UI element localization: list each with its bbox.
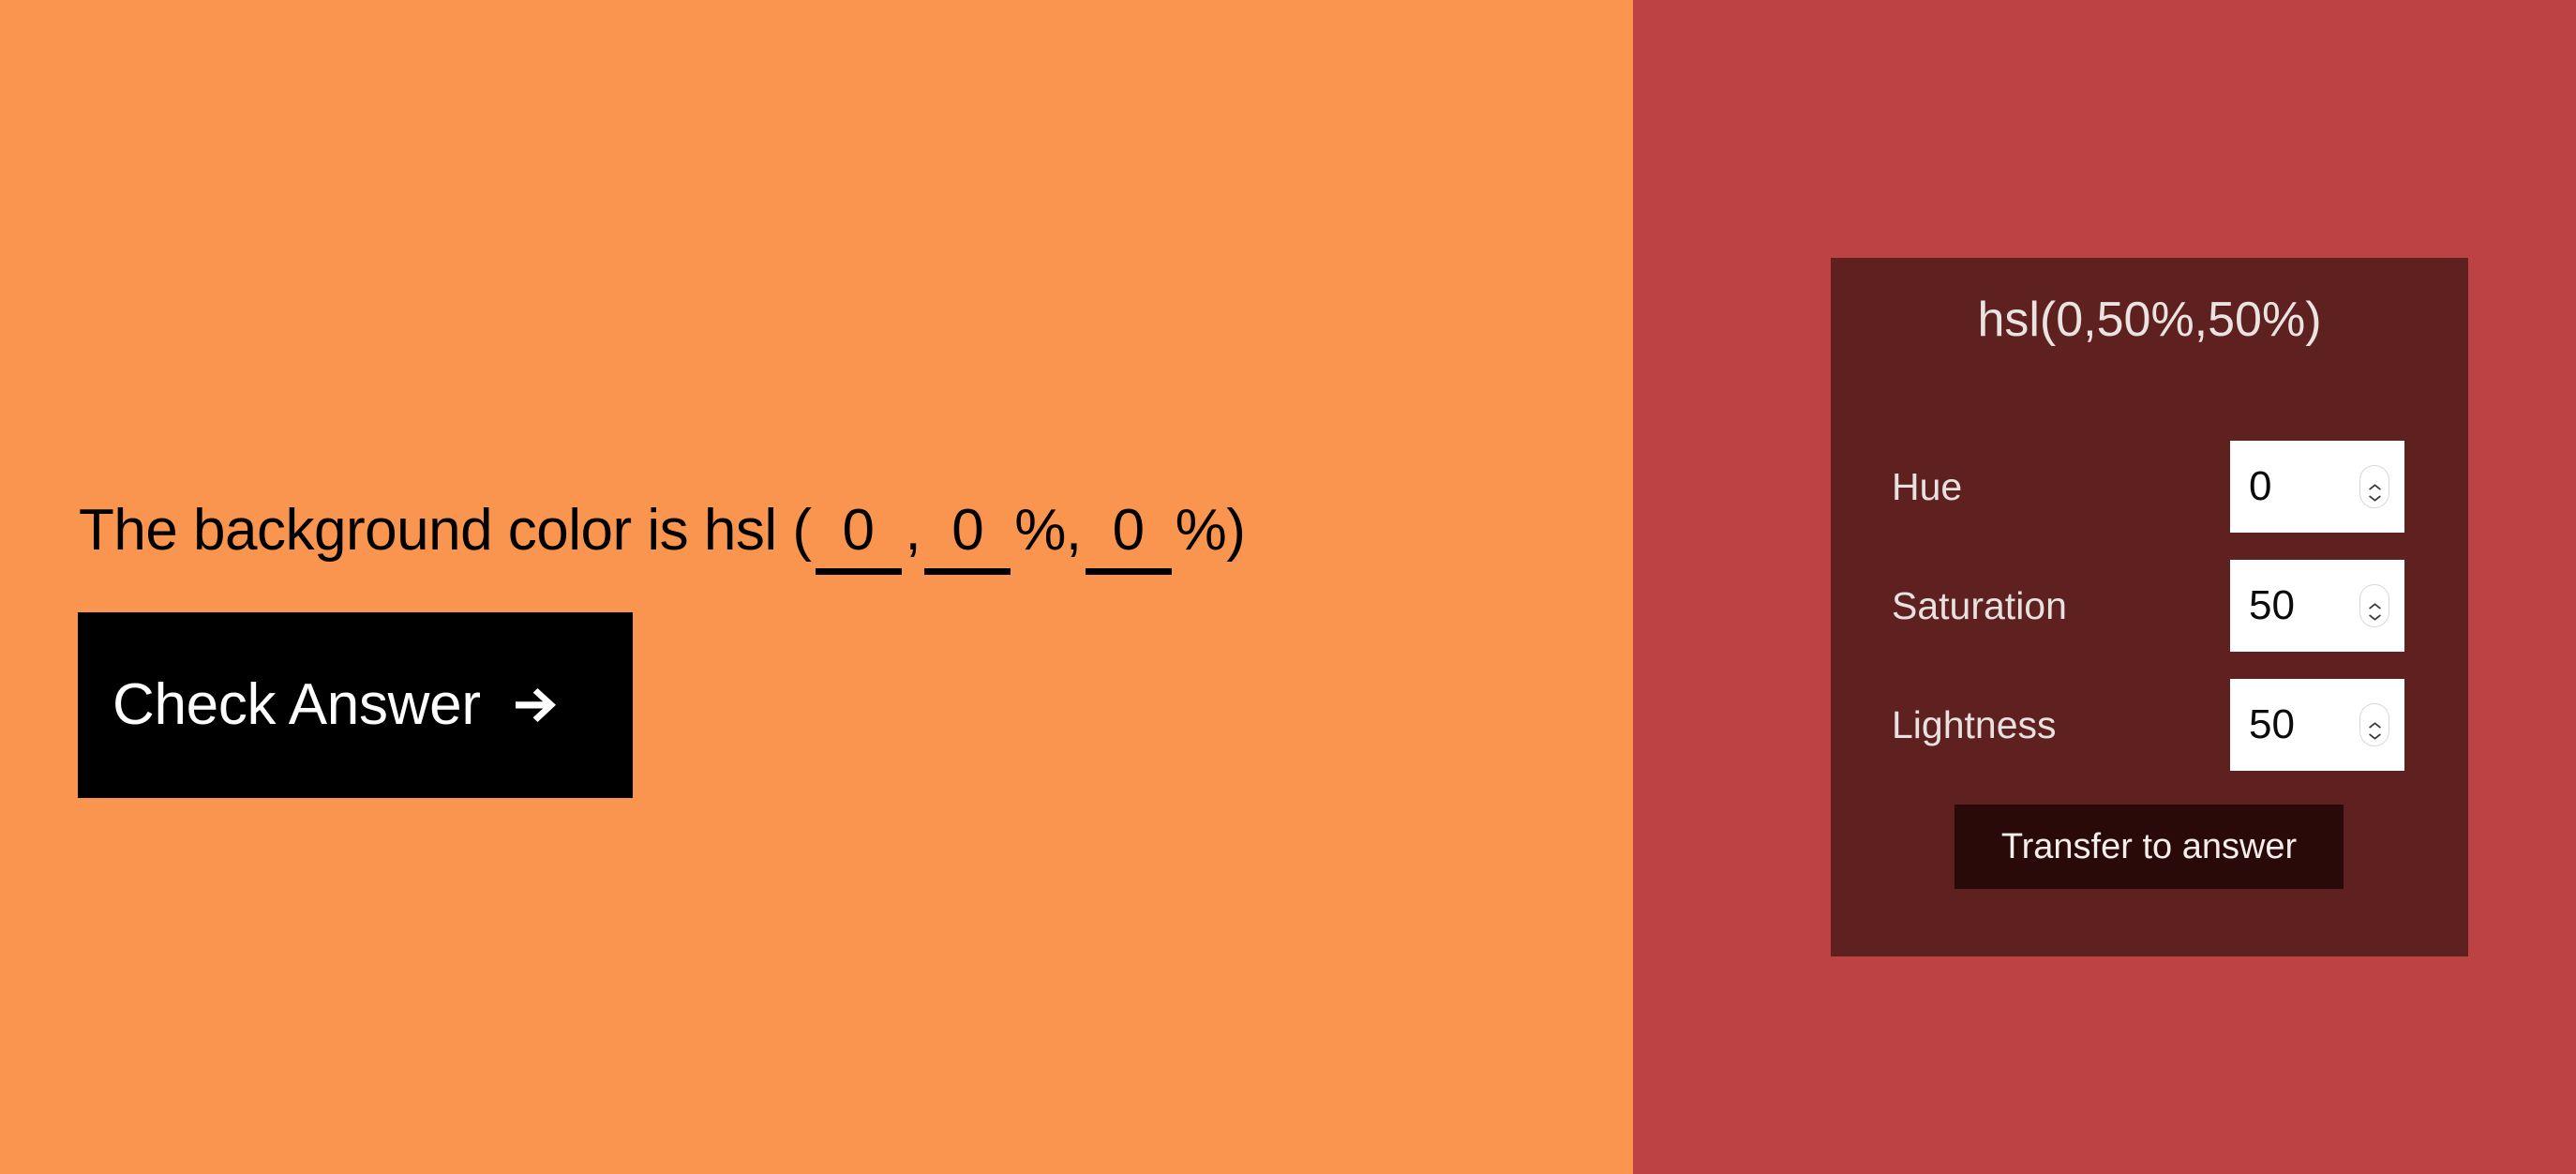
check-answer-button[interactable]: Check Answer <box>78 612 633 798</box>
chevron-up-icon[interactable] <box>2368 478 2381 489</box>
saturation-stepper[interactable] <box>2359 584 2389 627</box>
transfer-to-answer-button[interactable]: Transfer to answer <box>1954 805 2344 889</box>
lightness-blank-underline <box>1085 568 1172 575</box>
hue-field-row: Hue 0 <box>1831 441 2468 533</box>
lightness-stepper[interactable] <box>2359 703 2389 746</box>
chevron-up-icon[interactable] <box>2368 597 2381 609</box>
hue-blank-underline <box>815 568 902 575</box>
saturation-blank: 0 <box>921 498 1014 575</box>
saturation-input-value: 50 <box>2249 582 2295 628</box>
saturation-blank-underline <box>924 568 1011 575</box>
hue-blank-value: 0 <box>842 498 875 563</box>
question-text: The background color is hsl ( 0, 0%, 0%) <box>79 498 1246 575</box>
saturation-label: Saturation <box>1892 583 2067 627</box>
color-swatch-panel: The background color is hsl ( 0, 0%, 0%) Ch… <box>0 0 1633 1174</box>
lightness-input[interactable]: 50 <box>2230 679 2404 771</box>
hsl-control-card: hsl(0,50%,50%) Hue 0 Saturation 50 Light… <box>1831 258 2468 956</box>
chevron-down-icon[interactable] <box>2368 728 2381 740</box>
hue-blank: 0 <box>812 498 906 575</box>
arrow-right-icon <box>509 679 562 731</box>
chevron-up-icon[interactable] <box>2368 716 2381 728</box>
saturation-input[interactable]: 50 <box>2230 560 2404 652</box>
hue-input[interactable]: 0 <box>2230 441 2404 533</box>
transfer-to-answer-label: Transfer to answer <box>2000 827 2298 866</box>
lightness-field-row: Lightness 50 <box>1831 679 2468 771</box>
question-suffix: %) <box>1175 498 1246 563</box>
saturation-percent-sign: %, <box>1014 498 1082 563</box>
hsl-color-guessing-app: The background color is hsl ( 0, 0%, 0%) Ch… <box>0 0 2576 1174</box>
card-title: hsl(0,50%,50%) <box>1977 293 2322 347</box>
question-comma: , <box>905 498 921 563</box>
saturation-field-row: Saturation 50 <box>1831 560 2468 652</box>
check-answer-label: Check Answer <box>112 672 481 737</box>
hue-stepper[interactable] <box>2359 465 2389 508</box>
hue-label: Hue <box>1892 464 1963 508</box>
lightness-blank: 0 <box>1082 498 1176 575</box>
lightness-blank-value: 0 <box>1112 498 1145 563</box>
saturation-blank-value: 0 <box>951 498 984 563</box>
question-prefix: The background color is hsl ( <box>79 498 812 563</box>
chevron-down-icon[interactable] <box>2368 609 2381 621</box>
lightness-input-value: 50 <box>2249 701 2295 747</box>
controls-panel: hsl(0,50%,50%) Hue 0 Saturation 50 Light… <box>1633 0 2576 1174</box>
hue-input-value: 0 <box>2249 463 2272 509</box>
lightness-label: Lightness <box>1892 702 2057 746</box>
chevron-down-icon[interactable] <box>2368 489 2381 502</box>
